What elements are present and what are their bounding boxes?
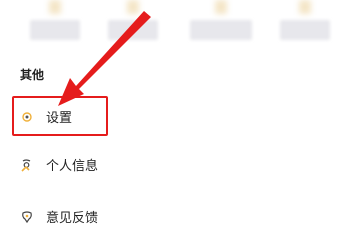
- blurred-shortcut-icon: [49, 0, 61, 14]
- menu-item-label: 意见反馈: [46, 210, 99, 226]
- personal-info-icon: [20, 157, 34, 172]
- menu-item-personal-info[interactable]: 个人信息: [20, 152, 98, 176]
- blurred-shortcut: [190, 0, 252, 48]
- feedback-icon: [20, 209, 34, 224]
- blurred-shortcut-label: [190, 20, 252, 40]
- blurred-shortcut: [30, 0, 80, 48]
- blurred-shortcut: [280, 0, 330, 48]
- blurred-shortcut: [108, 0, 158, 48]
- blurred-shortcut-label: [30, 20, 80, 40]
- blurred-shortcut-icon: [215, 0, 227, 14]
- blurred-shortcut-icon: [299, 0, 311, 14]
- section-title: 其他: [20, 68, 45, 82]
- blurred-top-strip: [0, 0, 355, 48]
- menu-item-label: 个人信息: [46, 158, 99, 174]
- blurred-shortcut-label: [280, 20, 330, 40]
- menu-item-feedback[interactable]: 意见反馈: [20, 204, 98, 228]
- highlight-box: [12, 96, 108, 136]
- blurred-shortcut-label: [108, 20, 158, 40]
- blurred-shortcut-icon: [127, 0, 139, 14]
